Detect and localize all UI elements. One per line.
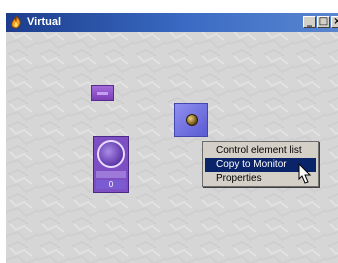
minimize-button[interactable]: _ [303, 16, 316, 28]
control-element-knob[interactable]: 0 [93, 136, 129, 193]
knob-value: 0 [96, 180, 126, 189]
canvas-workspace[interactable]: 0 Control element list Copy to Monitor P… [6, 32, 338, 263]
knob-dial[interactable] [97, 140, 125, 168]
control-element-slider[interactable] [91, 85, 114, 101]
title-bar[interactable]: Virtual _ □ × [6, 13, 338, 32]
led-indicator [186, 114, 198, 126]
menu-item-control-element-list[interactable]: Control element list [205, 144, 316, 158]
hand-cursor-icon [298, 162, 313, 185]
virtual-window: Virtual _ □ × 0 Control element list Cop… [5, 12, 338, 263]
slider-bar [97, 92, 108, 95]
knob-controls[interactable] [96, 171, 126, 178]
close-button[interactable]: × [331, 16, 338, 28]
maximize-button[interactable]: □ [317, 16, 330, 28]
fire-icon [9, 15, 24, 30]
control-element-led[interactable] [174, 103, 208, 137]
window-title: Virtual [27, 16, 62, 28]
